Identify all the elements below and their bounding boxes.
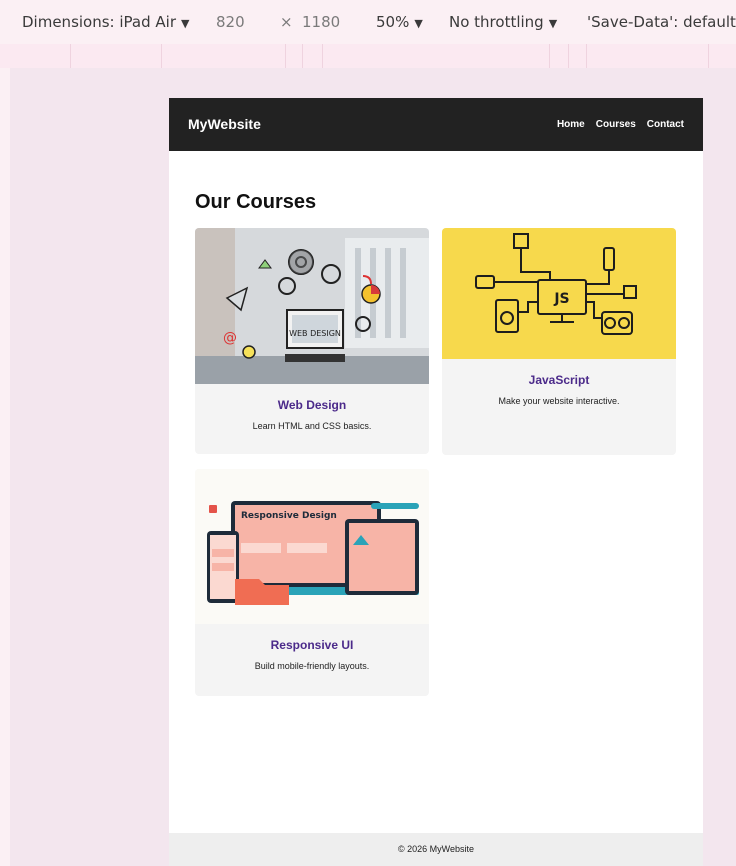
- site-footer: © 2026 MyWebsite: [169, 833, 703, 866]
- svg-text:@: @: [223, 330, 237, 346]
- course-title[interactable]: JavaScript: [442, 373, 676, 387]
- responsive-ui-image: Responsive Design: [195, 469, 429, 624]
- course-card-web-design[interactable]: WEB DESIGN @ Web Design Learn HTML and C…: [195, 228, 429, 454]
- height-input[interactable]: 1180: [302, 13, 340, 31]
- device-select[interactable]: Dimensions: iPad Air ▼: [22, 13, 189, 31]
- responsive-art-title: Responsive Design: [241, 511, 337, 521]
- course-description: Build mobile-friendly layouts.: [254, 661, 370, 671]
- devtools-device-toolbar: Dimensions: iPad Air ▼ 820 × 1180 50% ▼ No…: [0, 0, 736, 44]
- times-symbol: ×: [280, 13, 293, 31]
- site-navbar: MyWebsite Home Courses Contact: [169, 98, 703, 151]
- nav-link-courses[interactable]: Courses: [596, 119, 636, 130]
- viewport-gutter: [0, 68, 10, 866]
- save-data-select[interactable]: 'Save-Data': default: [587, 13, 736, 31]
- device-label: Dimensions: iPad Air: [22, 13, 176, 31]
- course-card-javascript[interactable]: JS JavaScript Make your website interact…: [442, 228, 676, 455]
- width-input[interactable]: 820: [216, 13, 245, 31]
- javascript-image: JS: [442, 228, 676, 359]
- course-description: Learn HTML and CSS basics.: [252, 421, 372, 431]
- course-title[interactable]: Web Design: [195, 398, 429, 412]
- course-card-responsive-ui[interactable]: Responsive Design Responsive UI Build mo…: [195, 469, 429, 696]
- throttling-label: No throttling: [449, 13, 544, 31]
- nav-link-contact[interactable]: Contact: [647, 119, 684, 130]
- nav-links: Home Courses Contact: [557, 119, 684, 130]
- chevron-down-icon: ▼: [548, 17, 558, 30]
- course-title[interactable]: Responsive UI: [195, 638, 429, 652]
- site-brand[interactable]: MyWebsite: [188, 116, 261, 132]
- nav-link-home[interactable]: Home: [557, 119, 585, 130]
- zoom-select[interactable]: 50% ▼: [376, 13, 423, 31]
- web-design-image: WEB DESIGN @: [195, 228, 429, 384]
- media-query-ruler[interactable]: [0, 44, 736, 68]
- chevron-down-icon: ▼: [414, 17, 423, 30]
- page-title: Our Courses: [195, 191, 317, 213]
- zoom-label: 50%: [376, 13, 410, 31]
- emulated-viewport: MyWebsite Home Courses Contact Our Cours…: [169, 98, 703, 866]
- course-description: Make your website interactive.: [498, 396, 620, 406]
- chevron-down-icon: ▼: [180, 17, 190, 30]
- js-badge: JS: [553, 291, 569, 307]
- svg-text:WEB DESIGN: WEB DESIGN: [289, 329, 341, 338]
- throttling-select[interactable]: No throttling ▼: [449, 13, 557, 31]
